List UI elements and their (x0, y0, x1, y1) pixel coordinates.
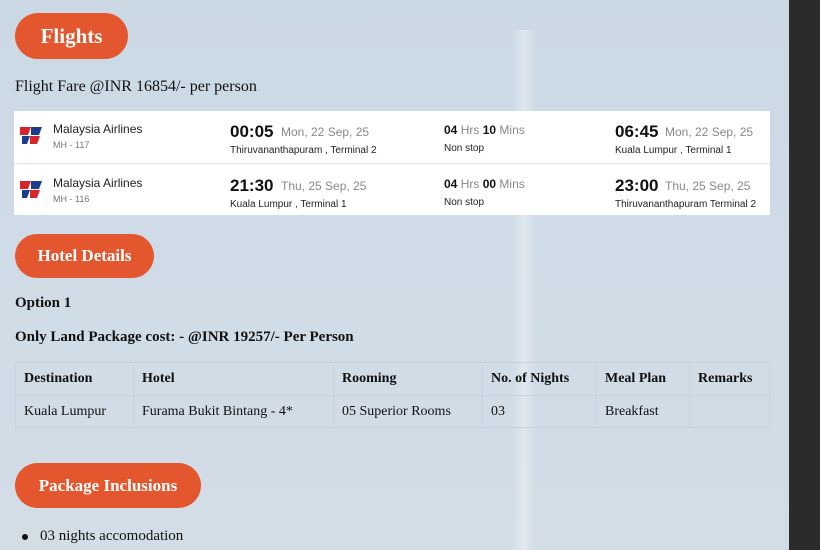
flights-panel: Malaysia Airlines MH - 117 00:05 Mon, 22… (14, 111, 770, 215)
arrival-place: Thiruvananthapuram Terminal 2 (615, 199, 757, 210)
flights-heading: Flights (15, 13, 128, 59)
duration-minutes-unit: Mins (499, 123, 525, 137)
page: Flights Flight Fare @INR 16854/- per per… (0, 0, 789, 550)
arrival-date: Mon, 22 Sep, 25 (665, 125, 754, 139)
table-cell: Kuala Lumpur (15, 395, 134, 428)
departure-date: Thu, 25 Sep, 25 (281, 179, 367, 193)
stops-info: Non stop (444, 143, 485, 154)
arrival-time: 23:00 (615, 176, 659, 195)
flight-row: Malaysia Airlines MH - 117 00:05 Mon, 22… (14, 111, 770, 164)
departure-time: 00:05 (230, 122, 274, 141)
duration-hours-unit: Hrs (460, 123, 480, 137)
column-header: Hotel (133, 362, 334, 396)
column-header: Meal Plan (596, 362, 690, 396)
flight-duration: 04 Hrs 00 Mins (444, 177, 525, 191)
table-cell: 03 (482, 395, 597, 428)
airline-name: Malaysia Airlines (53, 176, 143, 190)
flight-duration: 04 Hrs 10 Mins (444, 123, 525, 137)
duration-minutes-unit: Mins (499, 177, 525, 191)
airline-name: Malaysia Airlines (53, 122, 143, 136)
departure-date: Mon, 22 Sep, 25 (281, 125, 370, 139)
table-header-row: Destination Hotel Rooming No. of Nights … (15, 362, 770, 396)
background-tower (512, 30, 536, 550)
bullet-icon (22, 533, 28, 540)
duration-hours-unit: Hrs (460, 177, 480, 191)
duration-hours: 04 (444, 123, 458, 137)
departure-place: Thiruvananthapuram , Terminal 2 (230, 145, 377, 156)
departure-place: Kuala Lumpur , Terminal 1 (230, 199, 347, 210)
flight-fare-text: Flight Fare @INR 16854/- per person (15, 78, 257, 95)
hotel-table: Destination Hotel Rooming No. of Nights … (15, 362, 770, 428)
duration-minutes: 10 (482, 123, 497, 137)
land-package-cost: Only Land Package cost: - @INR 19257/- P… (15, 329, 354, 345)
inclusion-text: 03 nights accomodation (40, 528, 184, 544)
arrival-date: Thu, 25 Sep, 25 (665, 179, 751, 193)
stops-info: Non stop (444, 197, 485, 208)
flight-code: MH - 117 (53, 140, 90, 150)
departure-time: 21:30 (230, 176, 274, 195)
flight-row: Malaysia Airlines MH - 116 21:30 Thu, 25… (14, 165, 770, 217)
list-item: 03 nights accomodation (22, 528, 183, 545)
malaysia-airlines-logo-icon (20, 181, 42, 198)
arrival-time: 06:45 (615, 122, 659, 141)
package-inclusions-heading: Package Inclusions (15, 463, 201, 508)
table-cell: 05 Superior Rooms (333, 395, 483, 428)
column-header: Remarks (689, 362, 770, 396)
table-cell (689, 395, 770, 428)
column-header: Destination (15, 362, 134, 396)
column-header: Rooming (333, 362, 483, 396)
column-header: No. of Nights (482, 362, 597, 396)
arrival-place: Kuala Lumpur , Terminal 1 (615, 145, 732, 156)
hotel-details-heading: Hotel Details (15, 234, 154, 278)
table-cell: Furama Bukit Bintang - 4* (133, 395, 334, 428)
malaysia-airlines-logo-icon (20, 127, 42, 144)
duration-hours: 04 (444, 177, 458, 191)
flight-code: MH - 116 (53, 194, 90, 204)
option-label: Option 1 (15, 295, 72, 311)
table-cell: Breakfast (596, 395, 690, 428)
duration-minutes: 00 (482, 177, 497, 191)
table-row: Kuala Lumpur Furama Bukit Bintang - 4* 0… (15, 395, 770, 428)
